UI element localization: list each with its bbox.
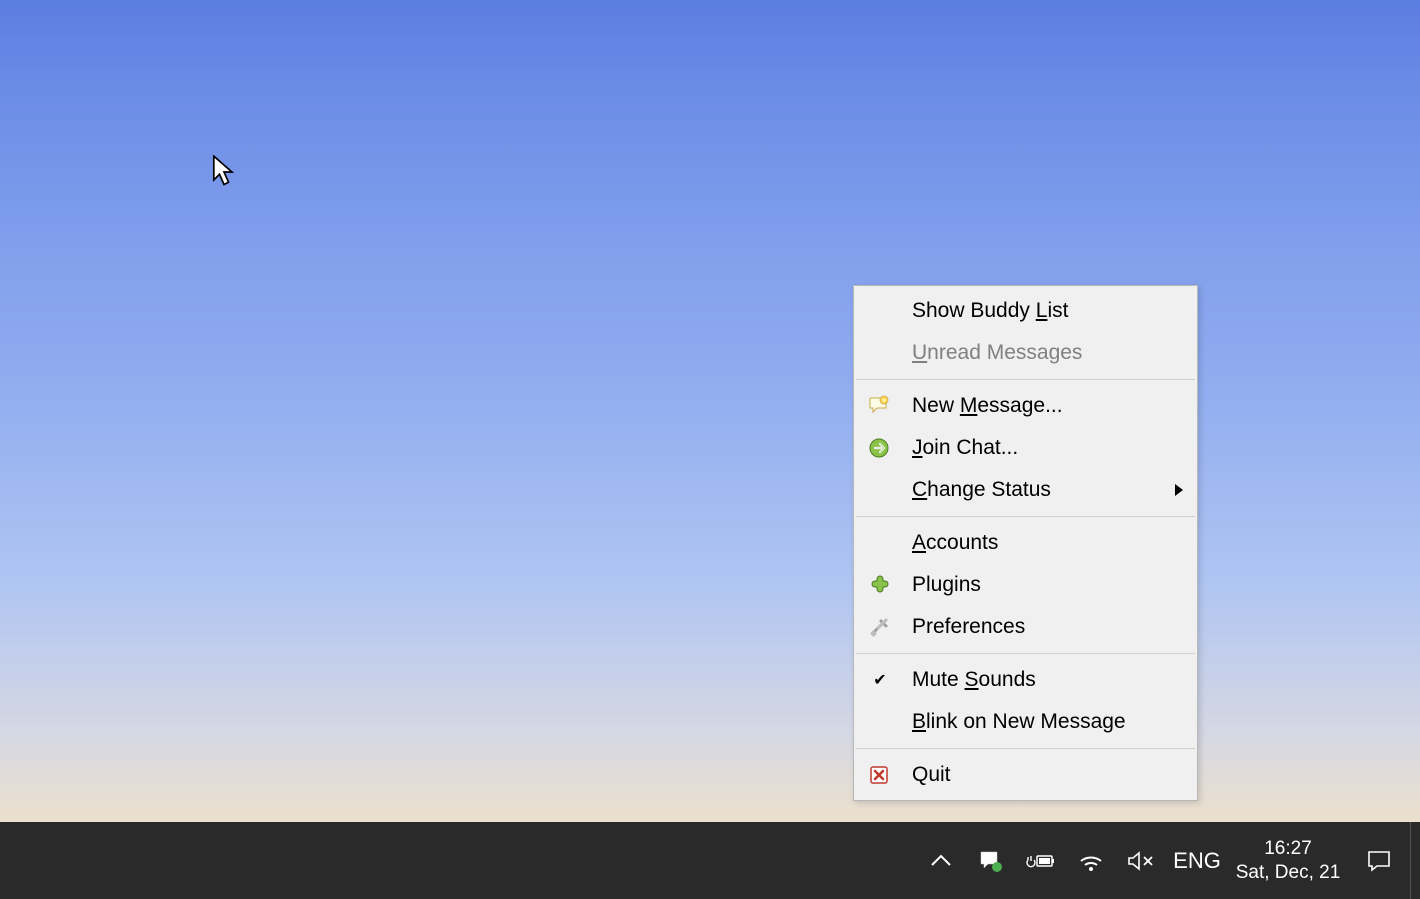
chevron-up-icon (930, 854, 952, 868)
desktop-background: Show Buddy List Unread Messages New Messag… (0, 0, 1420, 899)
join-chat-icon (866, 434, 894, 462)
menu-item-join-chat[interactable]: Join Chat... (854, 427, 1197, 469)
menu-item-label: Unread Messages (912, 341, 1183, 365)
tray-volume-button[interactable] (1116, 822, 1166, 899)
menu-item-label: Join Chat... (912, 436, 1183, 460)
menu-item-label: Plugins (912, 573, 1183, 597)
menu-separator (856, 516, 1195, 517)
show-desktop-button[interactable] (1410, 822, 1420, 899)
clock-time: 16:27 (1264, 837, 1312, 861)
menu-separator (856, 748, 1195, 749)
new-message-icon (866, 392, 894, 420)
clock-date: Sat, Dec, 21 (1236, 861, 1341, 885)
menu-item-new-message[interactable]: New Message... (854, 385, 1197, 427)
language-label: ENG (1173, 848, 1221, 874)
menu-icon-empty (866, 339, 894, 367)
menu-separator (856, 379, 1195, 380)
menu-item-label: Blink on New Message (912, 710, 1183, 734)
menu-item-label: Accounts (912, 531, 1183, 555)
taskbar: ENG 16:27 Sat, Dec, 21 (0, 822, 1420, 899)
menu-icon-empty (866, 476, 894, 504)
menu-item-label: Mute Sounds (912, 668, 1183, 692)
menu-item-plugins[interactable]: Plugins (854, 564, 1197, 606)
menu-item-mute-sounds[interactable]: ✔ Mute Sounds (854, 659, 1197, 701)
menu-icon-empty (866, 708, 894, 736)
menu-item-label: Preferences (912, 615, 1183, 639)
menu-item-show-buddy-list[interactable]: Show Buddy List (854, 290, 1197, 332)
mouse-cursor (212, 155, 236, 189)
quit-icon (866, 761, 894, 789)
taskbar-clock[interactable]: 16:27 Sat, Dec, 21 (1228, 822, 1348, 899)
tray-pidgin-button[interactable] (966, 822, 1016, 899)
system-tray: ENG 16:27 Sat, Dec, 21 (916, 822, 1420, 899)
checkmark-icon: ✔ (866, 670, 894, 690)
menu-separator (856, 653, 1195, 654)
tray-overflow-button[interactable] (916, 822, 966, 899)
menu-item-label: Show Buddy List (912, 299, 1183, 323)
menu-item-preferences[interactable]: Preferences (854, 606, 1197, 648)
menu-item-label: Change Status (912, 478, 1175, 502)
wifi-icon (1078, 849, 1104, 873)
menu-item-blink-on-new-message[interactable]: Blink on New Message (854, 701, 1197, 743)
power-icon (1026, 851, 1056, 871)
tray-context-menu: Show Buddy List Unread Messages New Messag… (853, 285, 1198, 801)
plugin-icon (866, 571, 894, 599)
language-indicator[interactable]: ENG (1166, 822, 1228, 899)
notification-icon (1366, 849, 1392, 873)
tray-network-button[interactable] (1066, 822, 1116, 899)
pidgin-tray-icon (978, 848, 1004, 874)
menu-item-unread-messages: Unread Messages (854, 332, 1197, 374)
menu-item-label: Quit (912, 763, 1183, 787)
preferences-icon (866, 613, 894, 641)
submenu-arrow-icon (1175, 484, 1183, 496)
menu-icon-empty (866, 297, 894, 325)
menu-item-change-status[interactable]: Change Status (854, 469, 1197, 511)
menu-icon-empty (866, 529, 894, 557)
menu-item-quit[interactable]: Quit (854, 754, 1197, 796)
tray-power-button[interactable] (1016, 822, 1066, 899)
menu-item-accounts[interactable]: Accounts (854, 522, 1197, 564)
volume-muted-icon (1127, 849, 1155, 873)
menu-item-label: New Message... (912, 394, 1183, 418)
action-center-button[interactable] (1348, 822, 1410, 899)
